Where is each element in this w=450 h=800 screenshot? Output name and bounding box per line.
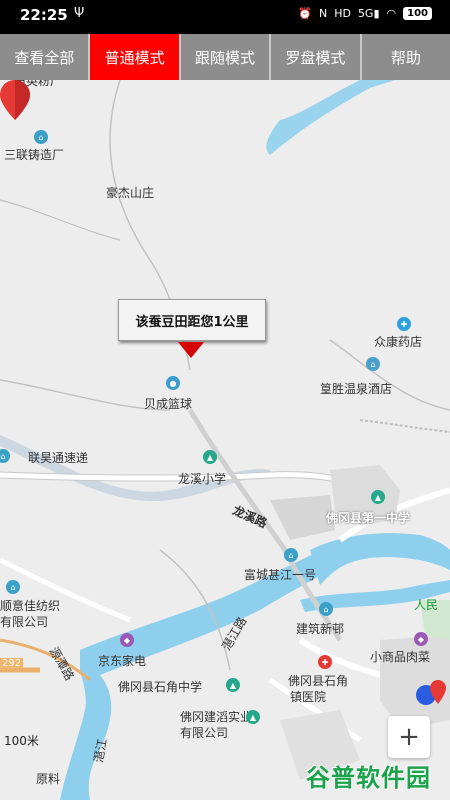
label-beicheng-basketball: 贝成篮球 — [144, 397, 193, 411]
label-renmin: 人民 — [414, 598, 439, 612]
map-scale: 100米 — [4, 734, 39, 748]
electronics-poi-icon[interactable]: ◆ — [120, 633, 134, 647]
label-highway-292: 292 — [0, 658, 24, 669]
signal-icon: 5G▮ — [357, 7, 380, 20]
status-icons: ⏰ N HD 5G▮ ◠ 100 — [298, 7, 432, 20]
location-pin-icon[interactable] — [0, 80, 30, 120]
tab-normal-mode[interactable]: 普通模式 — [90, 34, 181, 80]
label-zhongkang-pharmacy: 众康药店 — [374, 335, 423, 349]
status-time: 22:25 — [20, 6, 68, 24]
tab-follow-mode[interactable]: 跟随模式 — [180, 34, 272, 80]
residence-poi-icon[interactable]: ⌂ — [319, 602, 333, 616]
distance-callout[interactable]: 该蚕豆田距您1公里 — [118, 299, 266, 341]
current-location-icon[interactable] — [414, 680, 446, 710]
pharmacy-poi-icon[interactable]: ✚ — [397, 317, 411, 331]
label-small-commodity-market: 小商品肉菜 — [370, 650, 431, 664]
usb-icon: Ψ — [74, 6, 85, 21]
school-poi-icon[interactable]: ▲ — [371, 490, 385, 504]
school-poi-icon[interactable]: ▲ — [203, 450, 217, 464]
hospital-poi-icon[interactable]: ✚ — [318, 655, 332, 669]
label-town-hospital: 镇医院 — [290, 690, 327, 704]
label-jiantao-industry: 佛冈建滔实业 — [180, 710, 253, 724]
label-lianhaotong-express: 联昊通速递 — [28, 451, 89, 465]
nfc-icon: N — [318, 7, 328, 20]
label-raw-material: 原料 — [36, 772, 61, 786]
label-haojie-villa: 豪杰山庄 — [106, 186, 155, 200]
basketball-poi-icon[interactable]: ● — [166, 376, 180, 390]
battery-icon: 100 — [403, 7, 432, 20]
factory-poi-icon[interactable]: ⌂ — [34, 130, 48, 144]
map-view[interactable]: 石英粉厂 ⌂ 三联铸造厂 豪杰山庄 ✚ 众康药店 ⌂ 篁胜温泉酒店 ● 贝成篮球… — [0, 80, 450, 800]
market-poi-icon[interactable]: ◆ — [414, 632, 428, 646]
label-shunyijia-textile: 顺意佳纺织 — [0, 599, 61, 613]
label-fogang-no1-middle: 佛冈县第一中学 — [326, 511, 411, 525]
label-fucheng-jijiang: 富城甚江一号 — [244, 568, 317, 582]
label-longxi-primary: 龙溪小学 — [178, 472, 227, 486]
hotel-poi-icon[interactable]: ⌂ — [366, 357, 380, 371]
label-jd-appliance: 京东家电 — [98, 654, 147, 668]
tab-view-all[interactable]: 查看全部 — [0, 34, 91, 80]
callout-pointer-icon — [178, 342, 204, 358]
label-sanlian-foundry: 三联铸造厂 — [4, 148, 65, 162]
zoom-in-button[interactable]: + — [388, 716, 430, 758]
tab-compass-mode[interactable]: 罗盘模式 — [271, 34, 362, 80]
company-poi-icon[interactable]: ⌂ — [6, 580, 20, 594]
school-poi-icon[interactable]: ▲ — [226, 678, 240, 692]
label-company-ltd: 有限公司 — [0, 615, 49, 629]
wifi-icon: ◠ — [386, 7, 397, 20]
label-jianzhu-xincun: 建筑新邨 — [296, 622, 345, 636]
watermark-logo: 谷普软件园 — [306, 764, 431, 792]
company-poi-icon[interactable]: ▲ — [246, 710, 260, 724]
label-huangsheng-hotel: 篁胜温泉酒店 — [320, 382, 393, 396]
label-shijiao-town: 佛冈县石角 — [288, 674, 349, 688]
label-shijiao-middle: 佛冈县石角中学 — [118, 680, 203, 694]
building-poi-icon[interactable]: ⌂ — [284, 548, 298, 562]
tab-help[interactable]: 帮助 — [361, 34, 450, 80]
mode-tabs: 查看全部 普通模式 跟随模式 罗盘模式 帮助 — [0, 34, 450, 80]
alarm-icon: ⏰ — [298, 7, 312, 20]
map-canvas — [0, 80, 450, 800]
status-bar: 22:25 Ψ ⏰ N HD 5G▮ ◠ 100 — [0, 0, 450, 34]
hd-icon: HD — [334, 7, 351, 20]
label-jiantao-company: 有限公司 — [180, 726, 229, 740]
